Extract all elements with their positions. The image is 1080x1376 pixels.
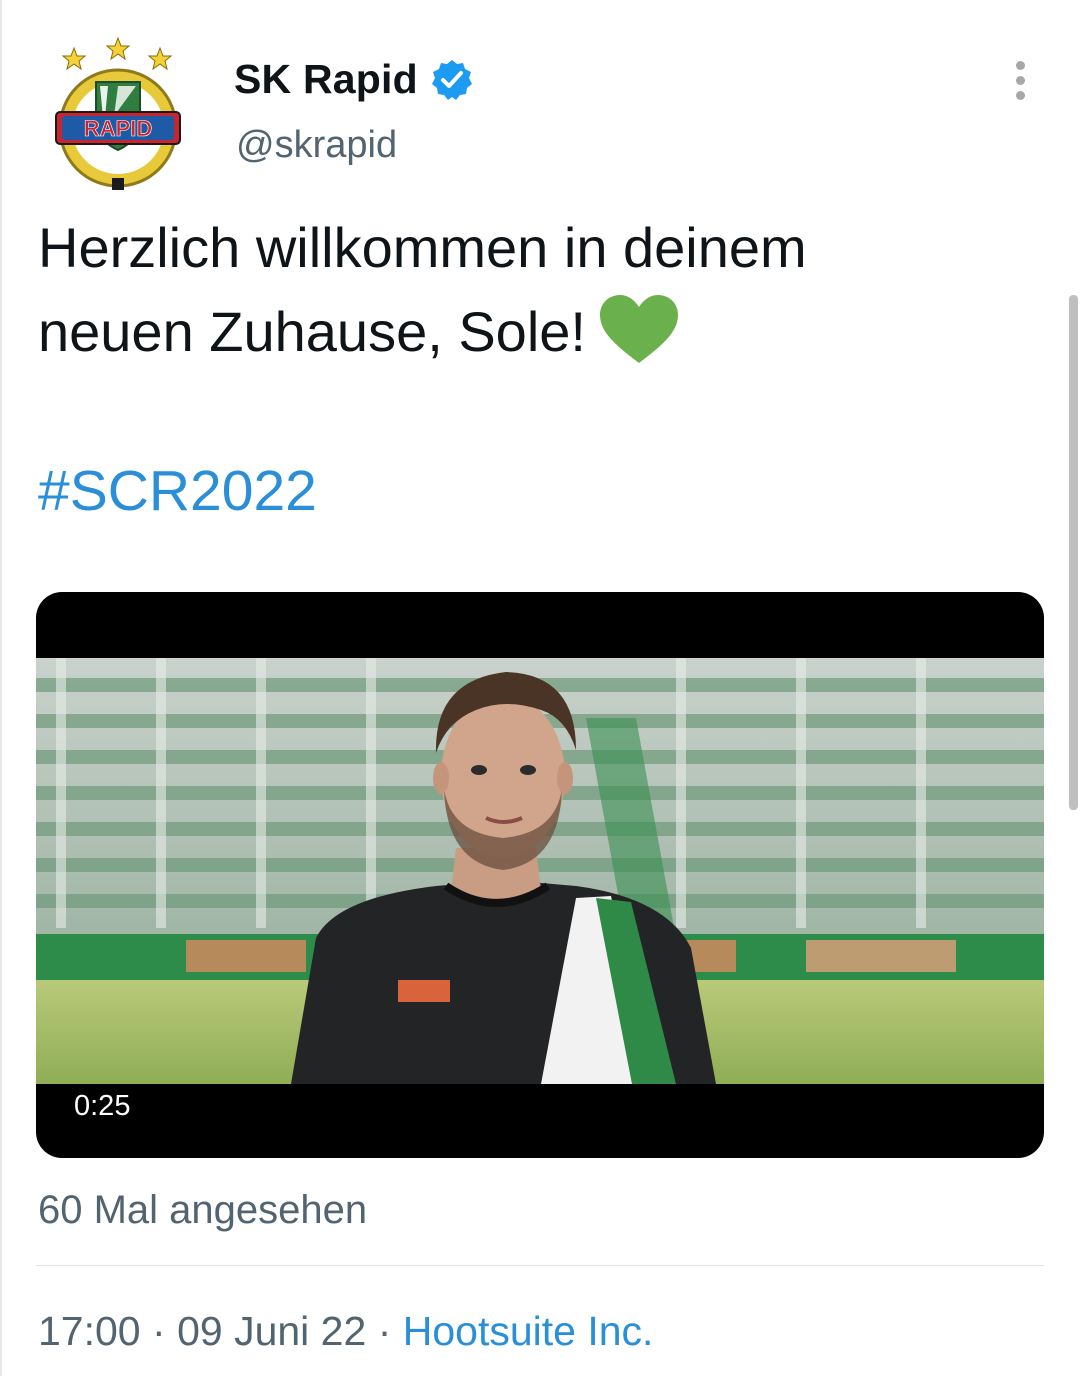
tweet-text-line-2-row: neuen Zuhause, Sole! bbox=[38, 290, 1038, 374]
meta-separator-1: · bbox=[152, 1308, 166, 1354]
verified-badge-icon bbox=[430, 58, 474, 102]
display-name-text[interactable]: SK Rapid bbox=[234, 56, 418, 103]
video-duration: 0:25 bbox=[64, 1086, 141, 1127]
avatar[interactable]: RAPID bbox=[48, 30, 188, 195]
tweet-metadata: 17:00 · 09 Juni 22 · Hootsuite Inc. bbox=[38, 1308, 653, 1355]
meta-separator-2: · bbox=[377, 1308, 392, 1354]
video-thumbnail[interactable] bbox=[36, 658, 1044, 1084]
scrollbar[interactable] bbox=[1069, 295, 1078, 810]
tweet-detail-page: RAPID SK Rapid @skrapid Herzlich willkom… bbox=[0, 0, 1080, 1376]
tweet-time[interactable]: 17:00 bbox=[38, 1308, 141, 1354]
crest-text: RAPID bbox=[84, 116, 152, 141]
green-heart-icon bbox=[598, 293, 680, 365]
user-handle[interactable]: @skrapid bbox=[236, 124, 397, 167]
hashtag-link[interactable]: #SCR2022 bbox=[38, 458, 317, 524]
tweet-text-line-2: neuen Zuhause, Sole! bbox=[38, 300, 586, 363]
display-name[interactable]: SK Rapid bbox=[234, 56, 474, 103]
video-player[interactable]: 0:25 bbox=[36, 592, 1044, 1158]
left-border bbox=[0, 0, 2, 1376]
tweet-date[interactable]: 09 Juni 22 bbox=[177, 1308, 366, 1354]
tweet-source-link[interactable]: Hootsuite Inc. bbox=[403, 1308, 654, 1354]
view-count[interactable]: 60 Mal angesehen bbox=[38, 1188, 367, 1233]
divider bbox=[36, 1265, 1044, 1266]
tweet-text-line-1: Herzlich willkommen in deinem bbox=[38, 216, 807, 279]
tweet-text: Herzlich willkommen in deinem neuen Zuha… bbox=[38, 206, 1038, 374]
more-options-icon[interactable] bbox=[1000, 58, 1040, 104]
sk-rapid-crest-logo: RAPID bbox=[55, 36, 181, 190]
